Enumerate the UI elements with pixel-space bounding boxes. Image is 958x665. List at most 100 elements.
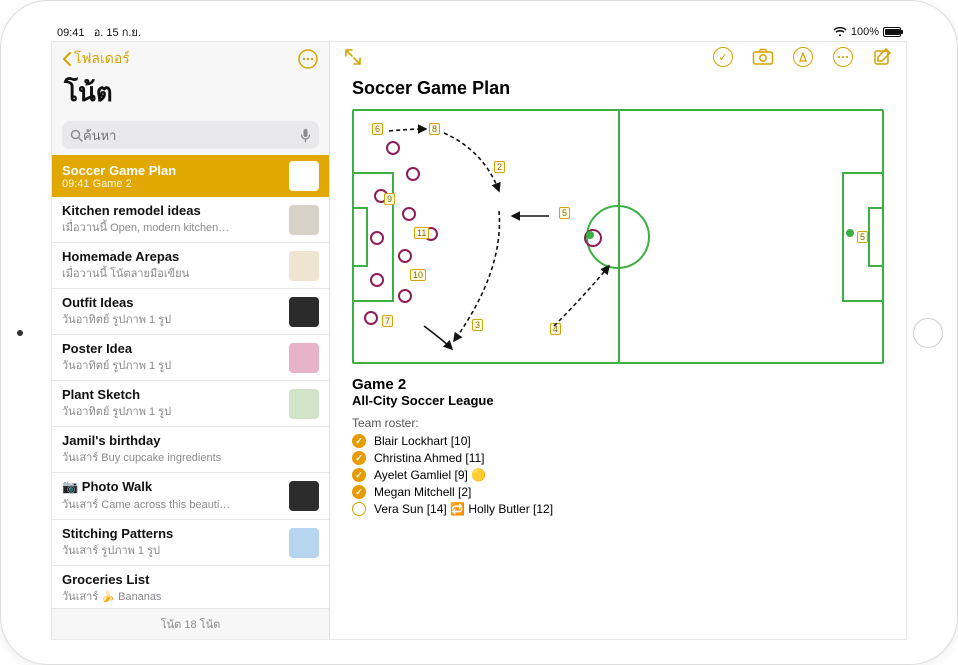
roster-name: Ayelet Gamliel [9] 🟡: [374, 468, 486, 482]
note-item-thumbnail: [289, 343, 319, 373]
note-list-item[interactable]: Outfit Ideasวันอาทิตย์ รูปภาพ 1 รูป: [52, 289, 329, 335]
player-num: 2: [494, 161, 505, 173]
markup-button[interactable]: [792, 46, 814, 68]
note-list-item[interactable]: Soccer Game Plan09:41 Game 2: [52, 155, 329, 197]
sidebar-footer: โน้ต 18 โน้ต: [52, 608, 329, 639]
note-item-subtitle: เมื่อวานนี้ Open, modern kitchen…: [62, 218, 281, 236]
note-content: ✓: [330, 42, 906, 639]
note-item-subtitle: วันอาทิตย์ รูปภาพ 1 รูป: [62, 310, 281, 328]
sidebar-header: โฟลเดอร์: [52, 42, 329, 72]
camera-button[interactable]: [752, 46, 774, 68]
note-item-title: Groceries List: [62, 572, 281, 587]
roster-item[interactable]: Blair Lockhart [10]: [352, 434, 884, 448]
note-list-item[interactable]: Groceries Listวันเสาร์ 🍌 Bananas: [52, 566, 329, 608]
note-subtitle-1: Game 2: [352, 376, 884, 393]
toolbar-actions: ✓: [712, 46, 894, 68]
note-subtitle-2: All-City Soccer League: [352, 393, 884, 408]
player-num: 7: [382, 315, 393, 327]
note-item-thumbnail: [289, 528, 319, 558]
note-item-subtitle: วันเสาร์ 🍌 Bananas: [62, 587, 281, 605]
player-num: 8: [429, 123, 440, 135]
roster-name: Blair Lockhart [10]: [374, 434, 471, 448]
note-item-title: Soccer Game Plan: [62, 163, 281, 178]
status-date: อ. 15 ก.ย.: [94, 27, 141, 39]
note-list-item[interactable]: Kitchen remodel ideasเมื่อวานนี้ Open, m…: [52, 197, 329, 243]
sidebar-more-button[interactable]: [297, 48, 319, 70]
roster-checkbox[interactable]: [352, 502, 366, 516]
roster-item[interactable]: Vera Sun [14] 🔁 Holly Butler [12]: [352, 502, 884, 516]
status-left: 09:41 อ. 15 ก.ย.: [57, 23, 141, 41]
note-item-thumbnail: [289, 205, 319, 235]
roster-item[interactable]: Ayelet Gamliel [9] 🟡: [352, 468, 884, 482]
compose-button[interactable]: [872, 46, 894, 68]
note-item-title: Poster Idea: [62, 341, 281, 356]
wifi-icon: [833, 27, 847, 37]
note-item-title: Outfit Ideas: [62, 295, 281, 310]
battery-icon: [883, 27, 901, 37]
sidebar: โฟลเดอร์ โน้ต Soccer Game Plan09:41 Game…: [52, 42, 330, 639]
search-field[interactable]: [62, 121, 319, 149]
roster-checkbox[interactable]: [352, 451, 366, 465]
status-bar: 09:41 อ. 15 ก.ย. 100%: [51, 25, 907, 41]
note-item-thumbnail: [289, 389, 319, 419]
roster-checkbox[interactable]: [352, 434, 366, 448]
note-item-thumbnail: [289, 297, 319, 327]
search-input[interactable]: [83, 128, 300, 143]
roster-name: Vera Sun [14] 🔁 Holly Butler [12]: [374, 502, 553, 516]
note-list-item[interactable]: Poster Ideaวันอาทิตย์ รูปภาพ 1 รูป: [52, 335, 329, 381]
player-num: 5: [857, 231, 868, 243]
roster-checkbox[interactable]: [352, 485, 366, 499]
note-item-thumbnail: [289, 161, 319, 191]
content-more-button[interactable]: [832, 46, 854, 68]
square-pencil-icon: [873, 47, 893, 67]
note-title: Soccer Game Plan: [352, 78, 884, 99]
soccer-field-drawing: 6 8 2 9 5 11 10 7 3 4 5: [352, 109, 884, 364]
player-num: 5: [559, 207, 570, 219]
note-list-item[interactable]: Homemade Arepasเมื่อวานนี้ โน้ตลายมือเขี…: [52, 243, 329, 289]
note-item-subtitle: วันเสาร์ Buy cupcake ingredients: [62, 448, 281, 466]
player-num: 9: [384, 193, 395, 205]
back-label: โฟลเดอร์: [74, 48, 130, 70]
roster-name: Christina Ahmed [11]: [374, 451, 485, 465]
notes-list[interactable]: Soccer Game Plan09:41 Game 2Kitchen remo…: [52, 155, 329, 608]
player-num: 4: [550, 323, 561, 335]
roster-item[interactable]: Christina Ahmed [11]: [352, 451, 884, 465]
home-button[interactable]: [913, 318, 943, 348]
roster-checkbox[interactable]: [352, 468, 366, 482]
expand-button[interactable]: [342, 46, 364, 68]
status-time: 09:41: [57, 27, 85, 39]
note-item-subtitle: เมื่อวานนี้ โน้ตลายมือเขียน: [62, 264, 281, 282]
ipad-device-frame: 09:41 อ. 15 ก.ย. 100% โฟลเดอร์: [0, 0, 958, 665]
roster-item[interactable]: Megan Mitchell [2]: [352, 485, 884, 499]
roster-label: Team roster:: [352, 416, 884, 430]
front-camera-dot: [17, 330, 23, 336]
camera-icon: [752, 48, 774, 66]
note-list-item[interactable]: Stitching Patternsวันเสาร์ รูปภาพ 1 รูป: [52, 520, 329, 566]
back-button[interactable]: โฟลเดอร์: [62, 48, 130, 70]
note-body[interactable]: Soccer Game Plan: [330, 72, 906, 639]
note-item-title: Kitchen remodel ideas: [62, 203, 281, 218]
note-item-title: Plant Sketch: [62, 387, 281, 402]
note-item-thumbnail: [289, 435, 319, 465]
note-item-thumbnail: [289, 574, 319, 604]
content-toolbar: ✓: [330, 42, 906, 72]
note-item-title: Jamil's birthday: [62, 433, 281, 448]
mic-icon[interactable]: [300, 128, 311, 143]
checklist-button[interactable]: ✓: [712, 46, 734, 68]
notes-app: โฟลเดอร์ โน้ต Soccer Game Plan09:41 Game…: [51, 41, 907, 640]
pencil-tip-circle-icon: [793, 47, 813, 67]
sidebar-title: โน้ต: [52, 72, 329, 119]
player-num: 3: [472, 319, 483, 331]
roster-name: Megan Mitchell [2]: [374, 485, 471, 499]
status-right: 100%: [833, 26, 901, 38]
note-list-item[interactable]: Jamil's birthdayวันเสาร์ Buy cupcake ing…: [52, 427, 329, 473]
note-item-subtitle: วันเสาร์ Came across this beauti…: [62, 495, 281, 513]
note-item-subtitle: วันอาทิตย์ รูปภาพ 1 รูป: [62, 402, 281, 420]
note-item-title: Stitching Patterns: [62, 526, 281, 541]
battery-percentage: 100%: [851, 26, 879, 38]
note-list-item[interactable]: 📷 Photo Walkวันเสาร์ Came across this be…: [52, 473, 329, 520]
ellipsis-circle-icon: [297, 48, 319, 70]
chevron-left-icon: [62, 52, 72, 66]
note-list-item[interactable]: Plant Sketchวันอาทิตย์ รูปภาพ 1 รูป: [52, 381, 329, 427]
player-num: 6: [372, 123, 383, 135]
